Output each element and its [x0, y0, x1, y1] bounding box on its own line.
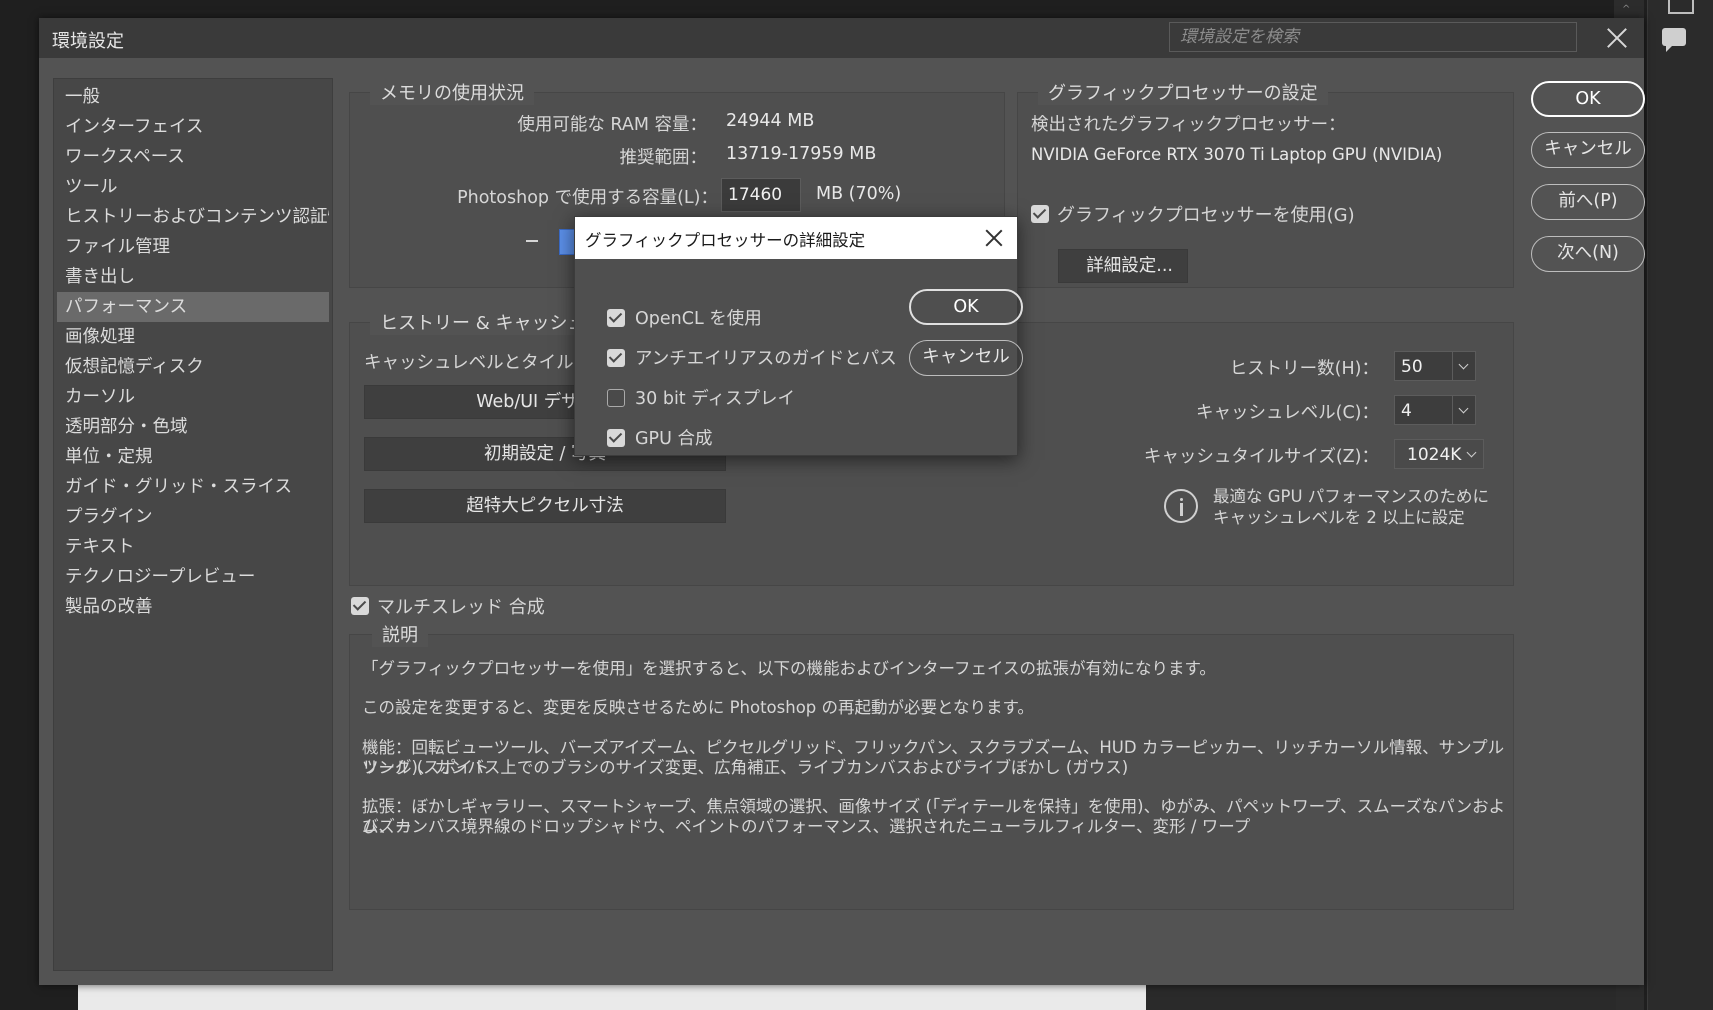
search-input[interactable]	[1170, 23, 1576, 51]
history-cache-legend: ヒストリー & キャッシュ	[370, 309, 596, 335]
close-icon[interactable]	[1603, 24, 1631, 52]
modal-title: グラフィックプロセッサーの詳細設定	[585, 231, 866, 250]
sidebar-item-file-handling[interactable]: ファイル管理	[57, 232, 329, 262]
sidebar-item-export[interactable]: 書き出し	[57, 262, 329, 292]
antialias-label[interactable]: アンチエイリアスのガイドとパス	[635, 345, 897, 370]
preferences-dialog: 環境設定 一般 インターフェイス ワークスペース ツール ヒストリーおよびコンテ…	[39, 18, 1645, 985]
gpu-settings-group: グラフィックプロセッサーの設定 検出されたグラフィックプロセッサー： NVIDI…	[1017, 79, 1514, 288]
sidebar-item-workspace[interactable]: ワークスペース	[57, 142, 329, 172]
description-legend: 説明	[372, 621, 428, 647]
ok-button[interactable]: OK	[1531, 81, 1645, 117]
scroll-up-icon[interactable]: ^	[1622, 4, 1630, 15]
history-states-select[interactable]: 50	[1394, 351, 1476, 381]
gpu-composite-label[interactable]: GPU 合成	[635, 425, 713, 450]
prev-button[interactable]: 前へ(P)	[1531, 184, 1645, 220]
modal-ok-button[interactable]: OK	[909, 289, 1023, 325]
comment-icon[interactable]	[1662, 28, 1686, 52]
sidebar-item-cursors[interactable]: カーソル	[57, 382, 329, 412]
sidebar-item-tech-previews[interactable]: テクノロジープレビュー	[57, 562, 329, 592]
sidebar-item-plugins[interactable]: プラグイン	[57, 502, 329, 532]
cache-level-value: 4	[1401, 401, 1412, 421]
gpu-detected-label: 検出されたグラフィックプロセッサー：	[1031, 115, 1346, 135]
sidebar-item-history[interactable]: ヒストリーおよびコンテンツ認証情報	[57, 202, 329, 232]
gpu-composite-checkbox[interactable]	[607, 429, 625, 447]
info-line2: キャッシュレベルを 2 以上に設定	[1213, 508, 1465, 527]
modal-title-bar: グラフィックプロセッサーの詳細設定	[575, 217, 1017, 259]
chevron-down-icon[interactable]	[1461, 440, 1483, 468]
30bit-label[interactable]: 30 bit ディスプレイ	[635, 385, 795, 410]
panel-icon[interactable]	[1668, 0, 1694, 14]
description-p3b: ツール)、カンバス上でのブラシのサイズ変更、広角補正、ライブカンバスおよびライブ…	[362, 758, 1129, 777]
cache-level-select[interactable]: 4	[1394, 395, 1476, 425]
range-value: 13719-17959 MB	[726, 144, 877, 164]
tile-size-select[interactable]: 1024K	[1394, 439, 1484, 469]
title-bar: 環境設定	[39, 18, 1644, 58]
multithread-checkbox[interactable]	[351, 597, 369, 615]
slider-min-mark	[526, 240, 538, 242]
use-gpu-label[interactable]: グラフィックプロセッサーを使用(G)	[1057, 201, 1355, 227]
usage-suffix: MB (70%)	[816, 184, 902, 204]
next-button[interactable]: 次へ(N)	[1531, 236, 1645, 272]
window-title: 環境設定	[52, 31, 124, 52]
opencl-label[interactable]: OpenCL を使用	[635, 305, 762, 330]
huge-pixel-button[interactable]: 超特大ピクセル寸法	[364, 489, 726, 523]
cancel-button[interactable]: キャンセル	[1531, 132, 1645, 168]
history-states-label: ヒストリー数(H)：	[1229, 359, 1379, 379]
sidebar-item-scratch-disks[interactable]: 仮想記憶ディスク	[57, 352, 329, 382]
usage-input[interactable]	[721, 178, 801, 212]
search-box[interactable]	[1169, 22, 1577, 52]
sidebar-item-tools[interactable]: ツール	[57, 172, 329, 202]
30bit-checkbox[interactable]	[607, 389, 625, 407]
description-p1: 「グラフィックプロセッサーを使用」を選択すると、以下の機能およびインターフェイス…	[362, 659, 1216, 678]
background-area	[1146, 985, 1616, 1010]
description-p2: この設定を変更すると、変更を反映させるために Photoshop の再起動が必要…	[362, 698, 1034, 717]
memory-usage-legend: メモリの使用状況	[370, 79, 534, 105]
sidebar-item-type[interactable]: テキスト	[57, 532, 329, 562]
sidebar-item-interface[interactable]: インターフェイス	[57, 112, 329, 142]
background-right-panel	[1647, 0, 1713, 1010]
description-group: 説明 「グラフィックプロセッサーを使用」を選択すると、以下の機能およびインターフ…	[349, 621, 1514, 910]
gpu-advanced-dialog: グラフィックプロセッサーの詳細設定 OpenCL を使用 アンチエイリアスのガイ…	[574, 216, 1023, 456]
ram-label: 使用可能な RAM 容量：	[517, 115, 707, 135]
info-icon	[1164, 489, 1198, 523]
chevron-down-icon[interactable]	[1452, 396, 1475, 424]
sidebar-item-units[interactable]: 単位・定規	[57, 442, 329, 472]
tile-size-value: 1024K	[1407, 445, 1462, 465]
use-gpu-checkbox[interactable]	[1031, 205, 1049, 223]
antialias-checkbox[interactable]	[607, 349, 625, 367]
sidebar: 一般 インターフェイス ワークスペース ツール ヒストリーおよびコンテンツ認証情…	[53, 78, 333, 971]
background-canvas	[78, 985, 1146, 1010]
sidebar-item-product-improvement[interactable]: 製品の改善	[57, 592, 329, 622]
usage-label: Photoshop で使用する容量(L)：	[457, 188, 718, 208]
chevron-down-icon[interactable]	[1452, 352, 1475, 380]
sidebar-item-image-processing[interactable]: 画像処理	[57, 322, 329, 352]
opencl-checkbox[interactable]	[607, 309, 625, 327]
ram-value: 24944 MB	[726, 111, 815, 131]
sidebar-item-transparency[interactable]: 透明部分・色域	[57, 412, 329, 442]
gpu-settings-legend: グラフィックプロセッサーの設定	[1038, 79, 1328, 105]
gpu-detected-value: NVIDIA GeForce RTX 3070 Ti Laptop GPU (N…	[1031, 145, 1443, 164]
sidebar-item-performance[interactable]: パフォーマンス	[57, 292, 329, 322]
sidebar-item-general[interactable]: 一般	[57, 82, 329, 112]
range-label: 推奨範囲：	[619, 148, 708, 168]
cache-level-label: キャッシュレベル(C)：	[1195, 403, 1379, 423]
sidebar-item-guides[interactable]: ガイド・グリッド・スライス	[57, 472, 329, 502]
close-icon[interactable]	[983, 227, 1005, 249]
history-states-value: 50	[1401, 357, 1423, 377]
gpu-advanced-button[interactable]: 詳細設定...	[1058, 249, 1188, 283]
description-p4b: ム、カンバス境界線のドロップシャドウ、ペイントのパフォーマンス、選択されたニュー…	[362, 817, 1251, 836]
tile-size-label: キャッシュタイルサイズ(Z)：	[1143, 447, 1379, 467]
modal-cancel-button[interactable]: キャンセル	[909, 340, 1023, 376]
multithread-label[interactable]: マルチスレッド 合成	[377, 593, 545, 619]
